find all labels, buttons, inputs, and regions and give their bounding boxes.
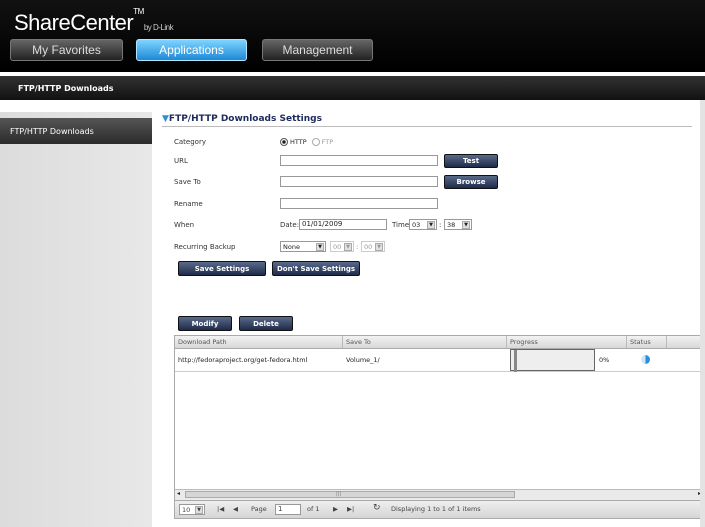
page-size-value: 10 — [182, 505, 191, 514]
table-row[interactable]: http://fedoraproject.org/get-fedora.html… — [175, 349, 703, 372]
downloads-table: Download Path Save To Progress Status ht… — [174, 335, 704, 501]
next-page-icon[interactable]: ▶ — [333, 505, 338, 513]
dropdown-arrow-icon: ▼ — [375, 243, 383, 251]
dropdown-arrow-icon: ▼ — [344, 243, 352, 251]
last-page-icon[interactable]: ▶| — [347, 505, 354, 513]
recurring-hour-select[interactable]: 00 ▼ — [330, 241, 354, 252]
tab-management[interactable]: Management — [262, 39, 373, 61]
category-radio-group: HTTP FTP — [280, 138, 333, 146]
sidebar: FTP/HTTP Downloads — [0, 112, 152, 527]
collapse-triangle-icon[interactable]: ▼ — [162, 114, 169, 124]
refresh-icon[interactable]: ↻ — [373, 503, 381, 513]
section-divider — [162, 126, 692, 127]
page-number-input[interactable]: 1 — [275, 504, 301, 515]
row-status — [627, 349, 667, 371]
progress-fill — [514, 350, 517, 372]
tab-my-favorites[interactable]: My Favorites — [10, 39, 123, 61]
radio-http[interactable] — [280, 138, 288, 146]
dropdown-arrow-icon: ▼ — [462, 221, 470, 229]
radio-http-label: HTTP — [290, 138, 307, 146]
rename-input[interactable] — [280, 198, 438, 209]
scrollbar-thumb[interactable]: ||| — [185, 491, 515, 498]
recurring-minute-select[interactable]: 00 ▼ — [361, 241, 385, 252]
sidebar-item-label: FTP/HTTP Downloads — [10, 126, 94, 136]
top-header: ShareCenterTM by D-Link My Favorites Appl… — [0, 0, 705, 72]
recurring-separator: : — [356, 243, 359, 251]
pagination-bar: 10 ▼ |◀ ◀ Page 1 of 1 ▶ ▶| ↻ Displaying 1… — [174, 501, 704, 519]
sidebar-item-ftp-http-downloads[interactable]: FTP/HTTP Downloads — [0, 118, 152, 144]
progress-text: 0% — [599, 356, 610, 364]
radio-ftp[interactable] — [311, 138, 320, 146]
page-title-bar: FTP/HTTP Downloads — [0, 76, 705, 100]
right-panel-edge — [700, 100, 705, 527]
horizontal-scrollbar[interactable]: ◂ ||| ▸ — [175, 489, 703, 500]
date-label: Date: — [280, 221, 300, 229]
col-progress[interactable]: Progress — [507, 336, 627, 348]
dropdown-arrow-icon: ▼ — [195, 506, 203, 514]
delete-button[interactable]: Delete — [239, 316, 293, 331]
prev-page-icon[interactable]: ◀ — [233, 505, 238, 513]
url-input[interactable] — [280, 155, 438, 166]
when-label: When — [174, 221, 195, 229]
url-label: URL — [174, 157, 188, 165]
page-title: FTP/HTTP Downloads — [18, 83, 114, 93]
category-label: Category — [174, 138, 206, 146]
recurring-minute-value: 00 — [364, 242, 373, 251]
recurring-backup-label: Recurring Backup — [174, 243, 236, 251]
page-size-select[interactable]: 10 ▼ — [179, 504, 205, 515]
row-save-to: Volume_1/ — [346, 356, 380, 364]
col-status[interactable]: Status — [627, 336, 667, 348]
main-content: ▼FTP/HTTP Downloads Settings Category HT… — [152, 100, 705, 527]
row-progress: 0% — [507, 349, 627, 372]
dont-save-settings-button[interactable]: Don't Save Settings — [272, 261, 360, 276]
dropdown-arrow-icon: ▼ — [316, 243, 324, 251]
save-to-input[interactable] — [280, 176, 438, 187]
scroll-left-icon[interactable]: ◂ — [177, 490, 180, 497]
tab-applications[interactable]: Applications — [136, 39, 247, 61]
save-settings-button[interactable]: Save Settings — [178, 261, 266, 276]
settings-title-text: FTP/HTTP Downloads Settings — [168, 114, 322, 124]
pager-display-text: Displaying 1 to 1 of 1 items — [391, 505, 481, 513]
minute-select[interactable]: 38 ▼ — [444, 219, 472, 230]
hour-value: 03 — [412, 220, 421, 229]
scroll-grip: ||| — [336, 491, 342, 497]
hour-select[interactable]: 03 ▼ — [409, 219, 437, 230]
recurring-mode-value: None — [283, 242, 300, 251]
modify-button[interactable]: Modify — [178, 316, 232, 331]
brand-tm: TM — [133, 6, 144, 16]
rename-label: Rename — [174, 200, 203, 208]
page-of-label: of 1 — [307, 505, 320, 513]
recurring-hour-value: 00 — [333, 242, 342, 251]
row-download-path: http://fedoraproject.org/get-fedora.html — [178, 356, 308, 364]
status-in-progress-icon — [641, 355, 650, 364]
page-label: Page — [251, 505, 267, 513]
date-input[interactable]: 01/01/2009 — [299, 219, 387, 230]
radio-ftp-label: FTP — [321, 138, 334, 146]
time-separator: : — [439, 221, 442, 229]
progress-bar — [510, 349, 595, 372]
browse-button[interactable]: Browse — [444, 175, 498, 189]
col-download-path[interactable]: Download Path — [175, 336, 343, 348]
table-header: Download Path Save To Progress Status — [175, 336, 703, 349]
dropdown-arrow-icon: ▼ — [427, 221, 435, 229]
first-page-icon[interactable]: |◀ — [217, 505, 224, 513]
settings-section-title[interactable]: ▼FTP/HTTP Downloads Settings — [162, 114, 322, 124]
save-to-label: Save To — [174, 178, 201, 186]
brand-name: ShareCenter — [14, 10, 134, 35]
minute-value: 38 — [447, 220, 456, 229]
recurring-mode-select[interactable]: None ▼ — [280, 241, 326, 252]
test-button[interactable]: Test — [444, 154, 498, 168]
sharecenter-logo: ShareCenterTM by D-Link — [14, 6, 174, 36]
brand-by: by D-Link — [143, 23, 174, 32]
col-save-to[interactable]: Save To — [343, 336, 507, 348]
